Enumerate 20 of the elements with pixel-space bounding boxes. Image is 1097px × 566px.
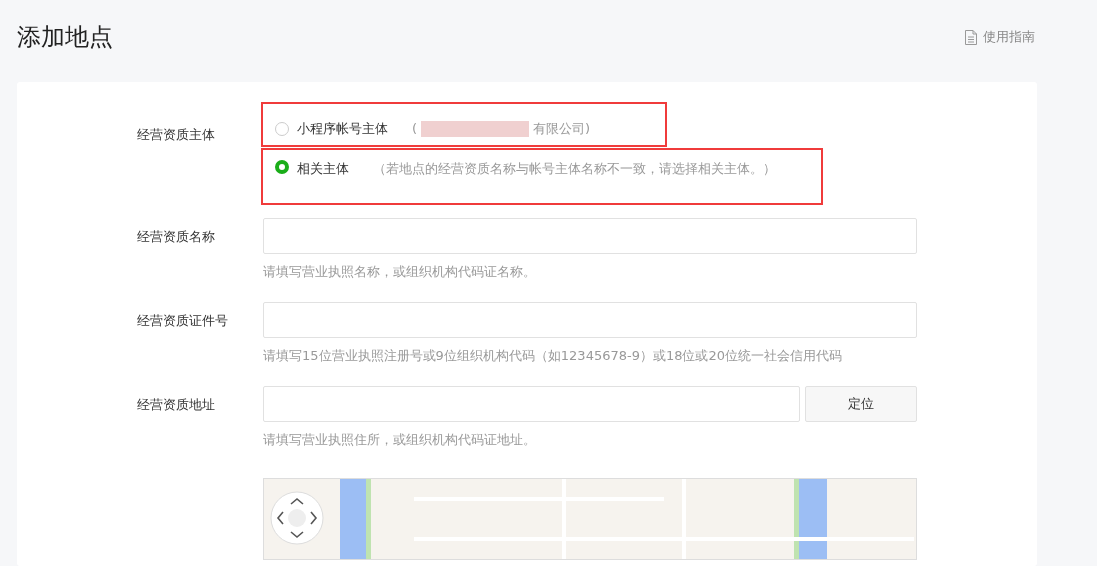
input-field[interactable] xyxy=(263,218,917,254)
radio-label[interactable]: 相关主体 xyxy=(297,160,349,178)
radio-button[interactable] xyxy=(275,160,289,174)
option-note: ( xyxy=(412,121,418,136)
field-label: 经营资质主体 xyxy=(137,126,216,144)
document-icon xyxy=(965,29,977,45)
locate-button[interactable]: 定位 xyxy=(805,386,917,422)
page-title: 添加地点 xyxy=(17,22,113,53)
option-note: 有限公司) xyxy=(533,119,591,138)
map-pan-control-icon[interactable] xyxy=(270,491,324,545)
field-label: 经营资质地址 xyxy=(137,396,216,414)
field-hint: 请填写营业执照住所，或组织机构代码证地址。 xyxy=(263,431,537,449)
field-label: 经营资质名称 xyxy=(137,228,216,246)
input-field[interactable] xyxy=(263,302,917,338)
field-hint: 请填写营业执照名称，或组织机构代码证名称。 xyxy=(263,263,537,281)
radio-label[interactable]: 小程序帐号主体 xyxy=(297,119,388,138)
input-field[interactable] xyxy=(263,386,800,422)
guide-link[interactable]: 使用指南 xyxy=(965,28,1035,46)
field-label: 经营资质证件号 xyxy=(137,312,229,330)
radio-button[interactable] xyxy=(275,121,289,136)
